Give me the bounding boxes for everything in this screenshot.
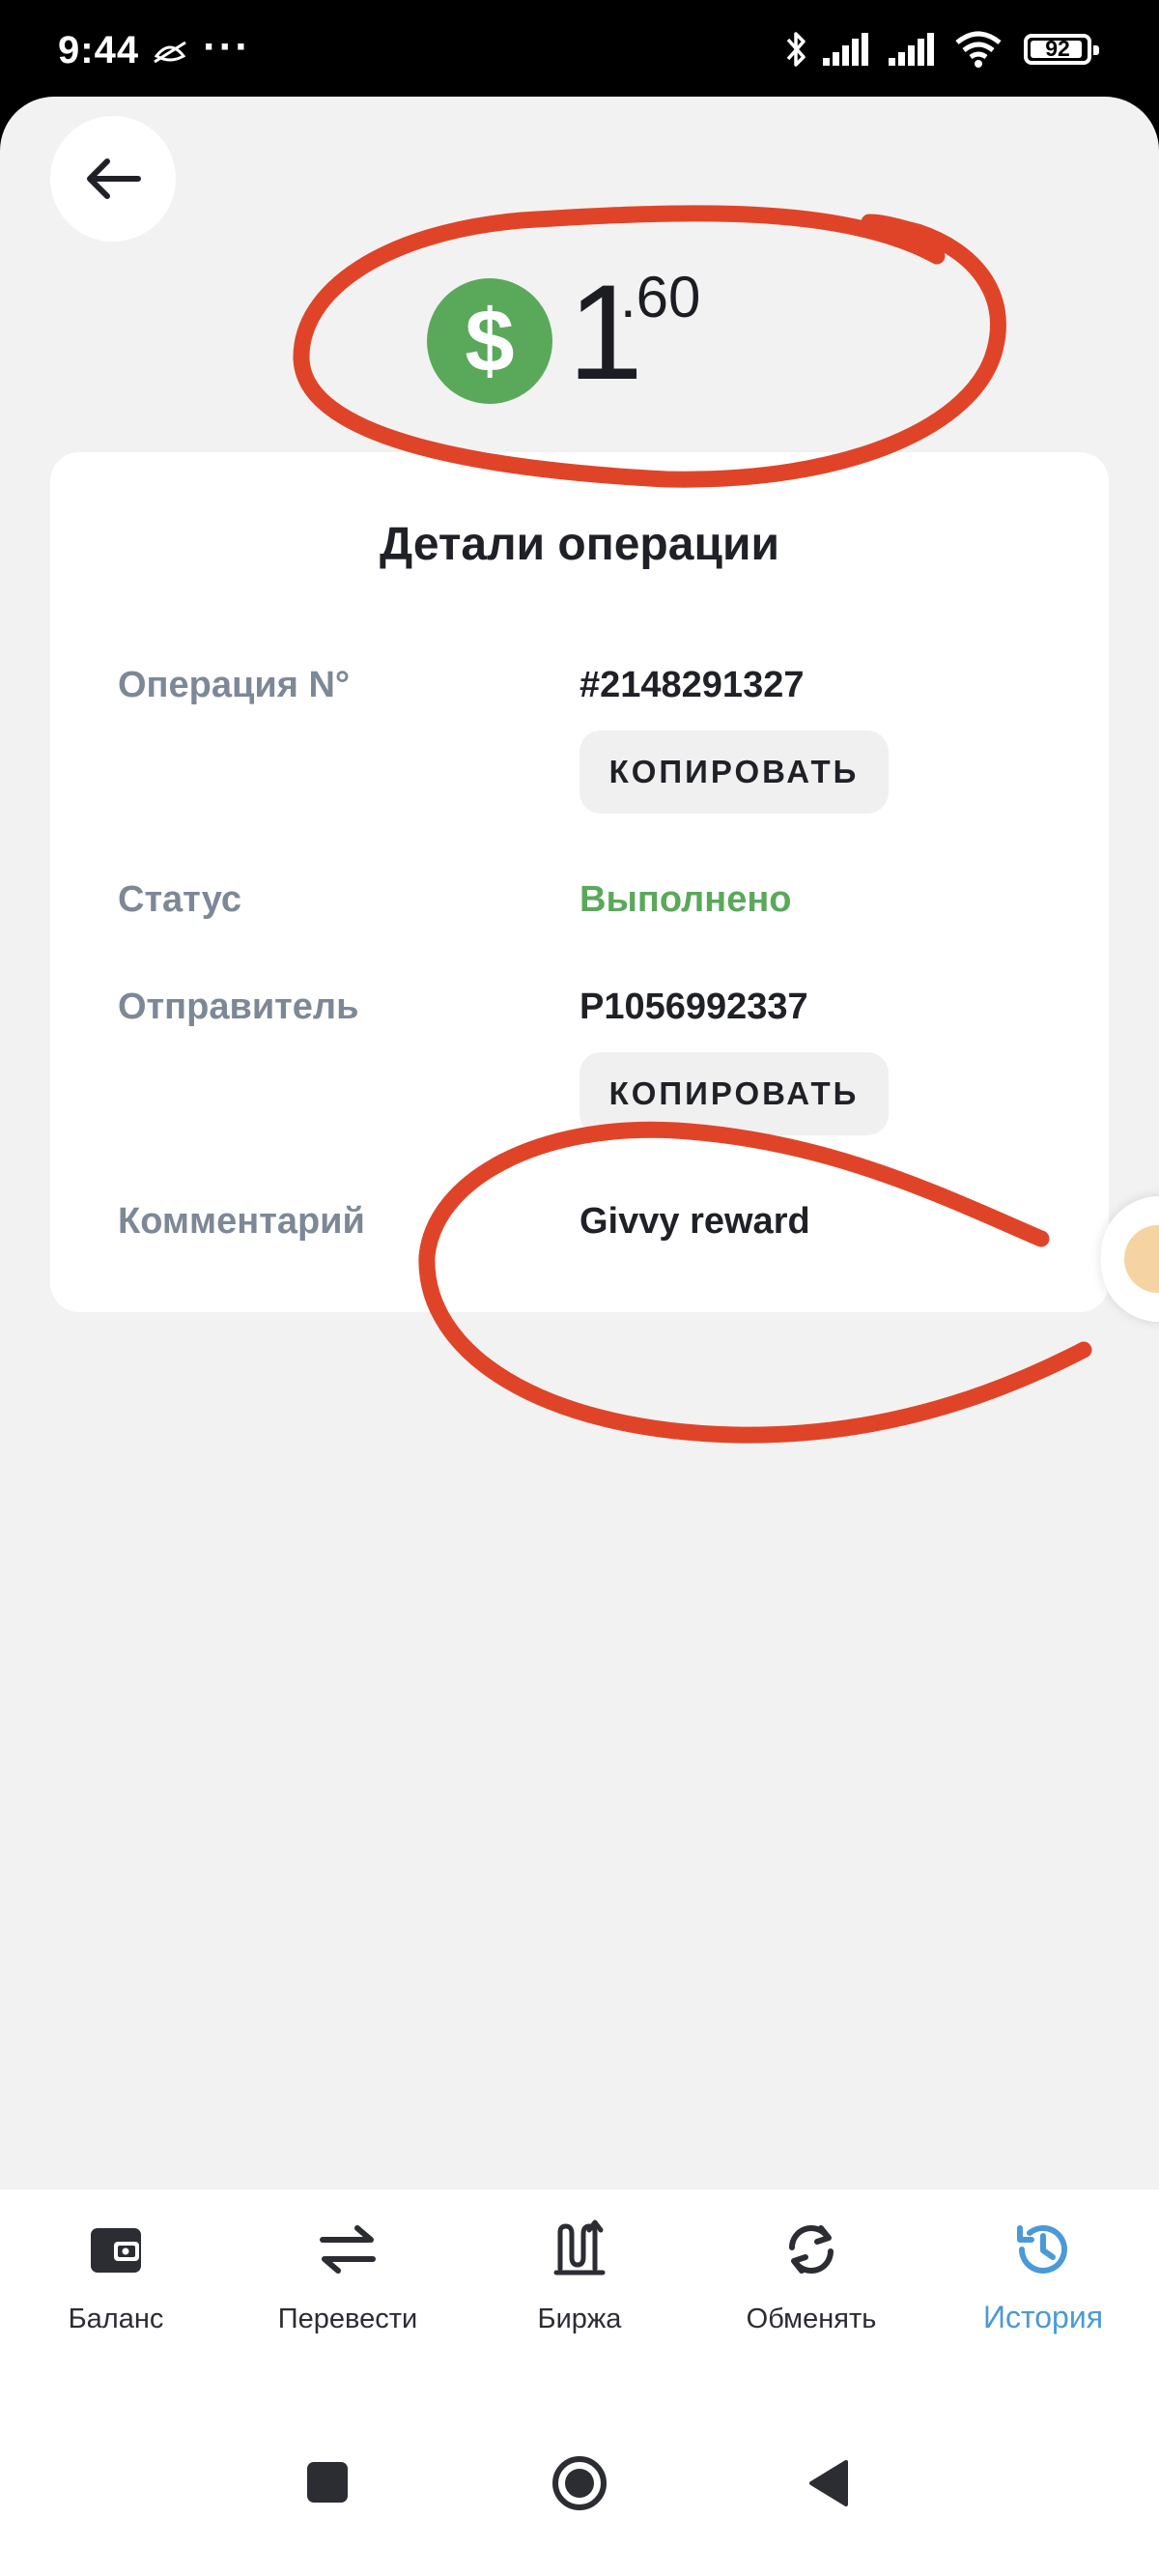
home-icon[interactable] <box>551 2454 608 2512</box>
nav-history-label: История <box>982 2300 1104 2334</box>
annotation-circle-amount <box>293 205 1006 488</box>
status-label: Статус <box>118 879 242 920</box>
wallet-icon <box>91 2228 141 2273</box>
wifi-icon <box>955 31 1002 68</box>
nav-transfer-label: Перевести <box>277 2304 418 2334</box>
swap-refresh-icon <box>789 2225 834 2274</box>
nav-exchange[interactable]: Биржа <box>464 2190 695 2363</box>
back-button[interactable] <box>50 116 176 242</box>
nav-history[interactable]: История <box>927 2190 1159 2363</box>
sender-label: Отправитель <box>118 987 359 1027</box>
nav-exchange-label: Биржа <box>537 2304 622 2334</box>
sender-value: P1056992337 <box>580 987 808 1027</box>
exchange-chart-icon <box>553 2219 606 2275</box>
back-triangle-icon[interactable] <box>807 2458 850 2508</box>
recent-apps-icon[interactable] <box>305 2460 350 2504</box>
more-notifications-icon: ··· <box>203 23 251 71</box>
status-icons: 92 <box>784 25 1099 73</box>
status-bar: 9:44 ··· 92 <box>0 0 1159 97</box>
nav-balance[interactable]: Баланс <box>0 2190 232 2363</box>
notification-icon <box>154 41 186 64</box>
history-clock-icon <box>1017 2224 1067 2274</box>
copy-sender-button[interactable]: КОПИРОВАТЬ <box>580 1052 889 1135</box>
dollar-coin-icon: $ <box>427 278 552 404</box>
nav-swap-label: Обменять <box>746 2304 877 2334</box>
bluetooth-icon <box>786 32 806 67</box>
nav-transfer[interactable]: Перевести <box>232 2190 464 2363</box>
comment-value: Givvy reward <box>580 1201 810 1242</box>
operation-details-screen: $ 1 .60 Детали операции Операция N° #214… <box>0 97 1159 2286</box>
signal-icon <box>823 33 868 66</box>
status-time: 9:44 <box>58 29 140 72</box>
nav-balance-label: Баланс <box>68 2304 164 2334</box>
status-value: Выполнено <box>580 879 792 920</box>
coin-badge-icon <box>1124 1225 1159 1293</box>
system-navigation-bar <box>0 2431 1159 2576</box>
transfer-arrows-icon <box>320 2225 376 2274</box>
operation-number-label: Операция N° <box>118 665 351 705</box>
bottom-navigation: Баланс Перевести Биржа Обменять История <box>0 2190 1159 2431</box>
nav-swap[interactable]: Обменять <box>695 2190 927 2363</box>
battery-icon: 92 <box>1024 34 1099 65</box>
signal-icon-2 <box>889 33 934 66</box>
amount-decimal: .60 <box>620 265 701 329</box>
operation-details-card: Детали операции Операция N° #2148291327 … <box>50 452 1109 1312</box>
battery-level: 92 <box>1045 36 1070 61</box>
card-title: Детали операции <box>380 519 779 570</box>
copy-operation-number-button[interactable]: КОПИРОВАТЬ <box>580 730 889 814</box>
comment-label: Комментарий <box>118 1201 365 1242</box>
operation-number-value: #2148291327 <box>580 665 805 705</box>
floating-side-button[interactable] <box>1101 1196 1159 1322</box>
arrow-left-icon <box>87 158 141 199</box>
